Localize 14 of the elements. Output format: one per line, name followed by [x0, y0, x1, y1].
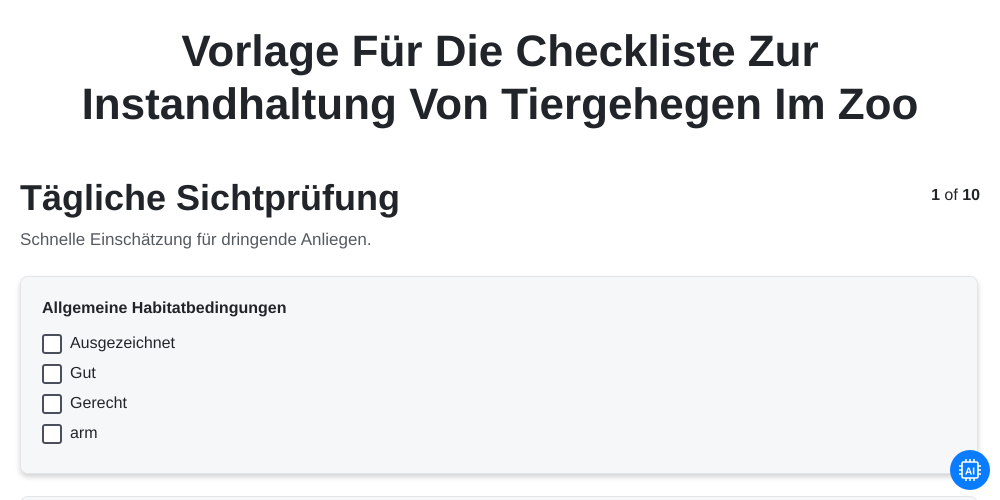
checkbox[interactable]: [42, 394, 62, 414]
option-label: Ausgezeichnet: [70, 334, 175, 354]
option-label: Gut: [70, 364, 96, 384]
section-subtitle: Schnelle Einschätzung für dringende Anliegen.: [20, 228, 373, 251]
page-title: Vorlage Für Die Checkliste Zur Instandhaltung Von Tiergehegen Im Zoo: [80, 26, 920, 131]
question-label: Allgemeine Habitatbedingungen: [42, 299, 288, 320]
checkbox[interactable]: [42, 334, 62, 354]
option-label: arm: [70, 424, 98, 444]
ai-button[interactable]: AI: [950, 450, 990, 490]
checkbox[interactable]: [42, 364, 62, 384]
option-label: Gerecht: [70, 394, 127, 414]
section-heading: Tägliche Sichtprüfung: [20, 176, 400, 219]
checkbox[interactable]: [42, 424, 62, 444]
page-counter: 1 of 10: [931, 186, 980, 206]
